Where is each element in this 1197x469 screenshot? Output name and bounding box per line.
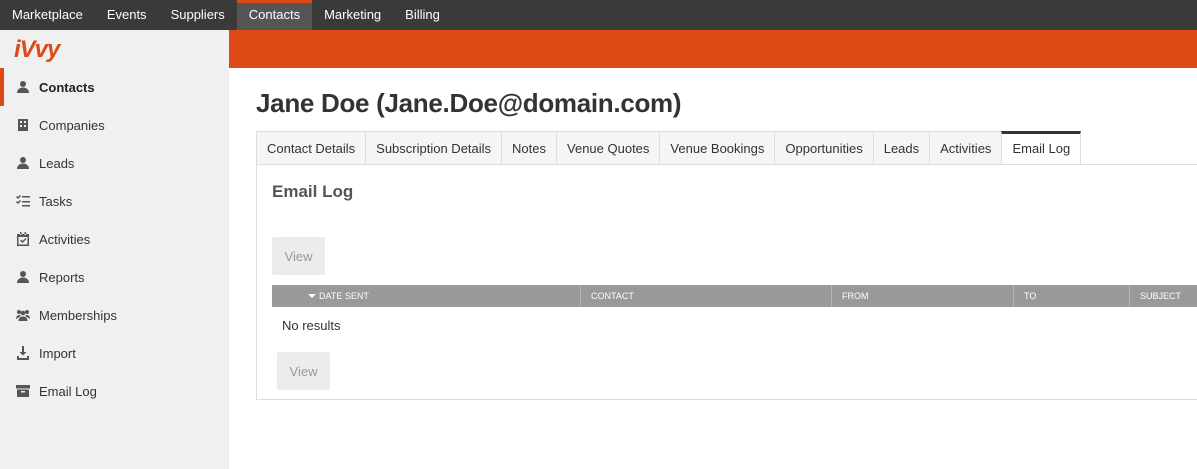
nav-item-suppliers[interactable]: Suppliers [159, 0, 237, 30]
checklist-icon [16, 194, 30, 208]
column-from[interactable]: From [832, 285, 1014, 307]
nav-item-events[interactable]: Events [95, 0, 159, 30]
page-title: Jane Doe (Jane.Doe@domain.com) [256, 88, 682, 118]
column-contact[interactable]: Contact [581, 285, 832, 307]
contact-tabs: Contact Details Subscription Details Not… [256, 131, 1082, 165]
column-subject[interactable]: Subject [1130, 285, 1197, 307]
tab-contact-details[interactable]: Contact Details [256, 131, 366, 165]
user-icon [16, 156, 30, 170]
column-label: Date Sent [319, 291, 369, 301]
column-to[interactable]: To [1014, 285, 1130, 307]
sidebar-list: Contacts Companies Leads Tasks Activitie… [0, 68, 229, 410]
tab-subscription-details[interactable]: Subscription Details [365, 131, 502, 165]
view-button-bottom[interactable]: View [277, 352, 330, 390]
sidebar-item-contacts[interactable]: Contacts [0, 68, 229, 106]
nav-item-marketplace[interactable]: Marketplace [0, 0, 95, 30]
sidebar-item-label: Leads [39, 155, 75, 171]
download-icon [16, 346, 30, 360]
tab-notes[interactable]: Notes [501, 131, 557, 165]
view-button-top[interactable]: View [272, 237, 325, 275]
tab-venue-quotes[interactable]: Venue Quotes [556, 131, 660, 165]
sidebar-item-companies[interactable]: Companies [0, 106, 229, 144]
sidebar-item-label: Contacts [39, 79, 95, 95]
sidebar-item-memberships[interactable]: Memberships [0, 296, 229, 334]
user-icon [16, 80, 30, 94]
sidebar-item-reports[interactable]: Reports [0, 258, 229, 296]
sidebar-item-label: Email Log [39, 383, 97, 399]
sidebar-item-activities[interactable]: Activities [0, 220, 229, 258]
no-results-text: No results [282, 318, 341, 333]
sidebar-item-label: Reports [39, 269, 85, 285]
archive-icon [16, 384, 30, 398]
sidebar-item-label: Activities [39, 231, 91, 247]
sidebar-item-leads[interactable]: Leads [0, 144, 229, 182]
sidebar-item-import[interactable]: Import [0, 334, 229, 372]
users-icon [16, 308, 30, 322]
sidebar: iVvy Contacts Companies Leads Tasks Acti… [0, 30, 229, 469]
sidebar-item-label: Import [39, 345, 76, 361]
grid-header: Date Sent Contact From To Subject [272, 285, 1197, 307]
calendar-check-icon [16, 232, 30, 246]
header-banner [229, 30, 1197, 68]
sort-desc-icon [308, 293, 316, 298]
ivvy-logo[interactable]: iVvy [14, 36, 60, 64]
tab-venue-bookings[interactable]: Venue Bookings [659, 131, 775, 165]
user-icon [16, 270, 30, 284]
nav-item-marketing[interactable]: Marketing [312, 0, 393, 30]
nav-item-contacts[interactable]: Contacts [236, 0, 313, 30]
tab-email-log[interactable]: Email Log [1001, 131, 1082, 165]
email-log-panel: Email Log View Date Sent Contact From To… [256, 164, 1197, 400]
sidebar-item-tasks[interactable]: Tasks [0, 182, 229, 220]
tab-activities[interactable]: Activities [929, 131, 1002, 165]
sidebar-item-label: Companies [39, 117, 105, 133]
sidebar-item-label: Memberships [39, 307, 118, 323]
tab-leads[interactable]: Leads [872, 131, 930, 165]
sidebar-item-label: Tasks [39, 193, 73, 209]
tab-opportunities[interactable]: Opportunities [774, 131, 873, 165]
top-nav: Marketplace Events Suppliers Contacts Ma… [0, 0, 1197, 30]
building-icon [16, 118, 30, 132]
sidebar-item-email-log[interactable]: Email Log [0, 372, 229, 410]
panel-title: Email Log [272, 182, 354, 201]
nav-item-billing[interactable]: Billing [393, 0, 452, 30]
column-date-sent[interactable]: Date Sent [272, 285, 581, 307]
